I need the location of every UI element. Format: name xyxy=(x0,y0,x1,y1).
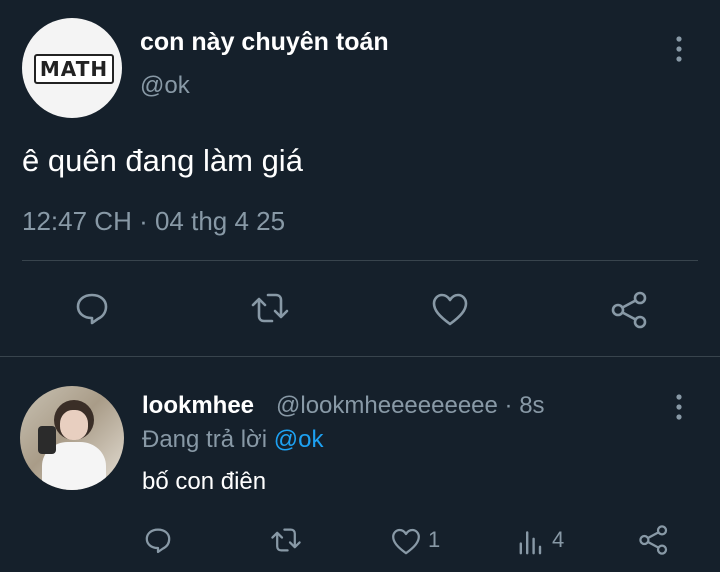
reply-retweet-icon[interactable] xyxy=(270,524,302,556)
reply-icon[interactable] xyxy=(72,288,112,328)
tweet-timestamp[interactable]: 12:47 CH · 04 thg 4 25 xyxy=(22,206,285,237)
author-avatar[interactable]: MATH xyxy=(22,18,122,118)
section-divider xyxy=(0,356,720,357)
tweet-text: ê quên đang làm giá xyxy=(22,143,303,178)
author-display-name[interactable]: con này chuyên toán xyxy=(140,28,389,57)
reply-author-name[interactable]: lookmhee xyxy=(142,392,254,420)
views-icon[interactable] xyxy=(516,526,548,558)
avatar-math-text: MATH xyxy=(34,54,114,84)
reply-author-avatar[interactable] xyxy=(20,386,124,490)
reply-more-icon[interactable] xyxy=(676,394,682,420)
retweet-icon[interactable] xyxy=(250,288,290,328)
divider xyxy=(22,260,698,261)
replying-to-line: Đang trả lời @ok xyxy=(142,426,324,454)
like-count: 1 xyxy=(428,527,441,552)
replying-mention-link[interactable]: @ok xyxy=(274,426,324,453)
author-handle[interactable]: @ok xyxy=(140,72,190,100)
reply-author-handle-time[interactable]: @lookmheeeeeeeee · 8s xyxy=(276,392,545,420)
avatar-face xyxy=(60,410,88,440)
view-count: 4 xyxy=(552,527,565,552)
heart-icon[interactable] xyxy=(430,290,470,330)
avatar-phone xyxy=(38,426,56,454)
more-icon[interactable] xyxy=(676,36,682,62)
reply-reply-icon[interactable] xyxy=(142,524,174,556)
replying-prefix: Đang trả lời xyxy=(142,426,268,453)
reply-heart-icon[interactable] xyxy=(390,526,422,558)
reply-text: bố con điên xyxy=(142,468,267,495)
share-icon[interactable] xyxy=(610,290,650,330)
reply-share-icon[interactable] xyxy=(638,524,670,556)
